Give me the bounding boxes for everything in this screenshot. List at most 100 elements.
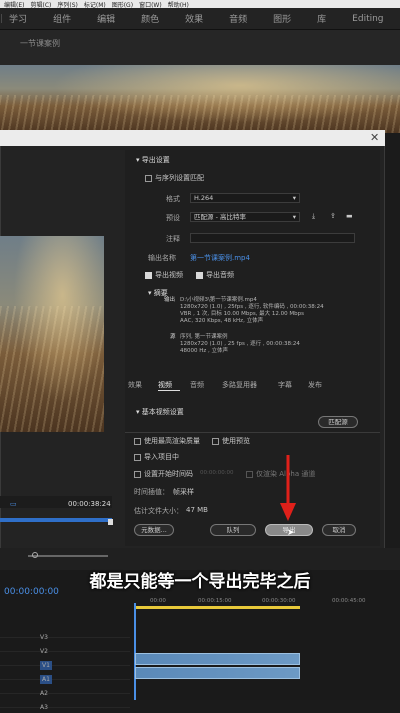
ruler-mark: 00:00:15:00	[198, 598, 232, 604]
save-preset-icon[interactable]: ⤓	[312, 212, 315, 221]
preview-image	[0, 236, 104, 432]
summary-line: VBR , 1 次, 目标 10.00 Mbps, 最大 12.00 Mbps	[180, 311, 305, 317]
track-headers: V3 V2 V1 A1 A2 A3	[0, 624, 130, 711]
dropdown-arrow-icon: ▾	[292, 213, 296, 221]
metadata-button[interactable]: 元数据...	[134, 524, 174, 536]
workspace-tab[interactable]: 组件	[53, 12, 71, 25]
ruler-mark: 00:00:30:00	[262, 598, 296, 604]
track-label: V3	[40, 634, 48, 641]
settings-tab[interactable]: 音频	[190, 380, 204, 390]
menu-item[interactable]: 编辑(E)	[4, 0, 24, 9]
source-title: 一节课案例	[20, 39, 60, 48]
time-interp-value[interactable]: 帧采样	[173, 487, 194, 497]
output-name-label: 输出名称	[148, 254, 176, 262]
track-label: V1	[40, 661, 52, 670]
file-size-value: 47 MB	[186, 506, 208, 514]
settings-tab[interactable]: 多路复用器	[222, 380, 257, 390]
video-subtitle: 都是只能等一个导出完毕之后	[89, 572, 311, 592]
red-arrow-annotation	[280, 455, 296, 521]
summary-line: 1280x720 (1.0) , 25 fps , 逐行 , 00:00:38:…	[180, 341, 300, 347]
track-header[interactable]: A2	[0, 680, 130, 697]
menu-item[interactable]: 图形(G)	[112, 0, 133, 9]
track-label: V2	[40, 648, 48, 655]
summary-line: 序列, 第一节课案例	[180, 334, 228, 340]
track-header[interactable]: V1	[0, 652, 130, 670]
export-video-checkbox[interactable]: 导出视频	[145, 270, 183, 280]
menu-item[interactable]: 标记(M)	[84, 0, 106, 9]
crop-icon[interactable]: ▭	[10, 500, 17, 508]
scrubber-handle[interactable]	[108, 519, 113, 525]
export-audio-checkbox[interactable]: 导出音频	[196, 270, 234, 280]
track-header[interactable]: V2	[0, 638, 130, 655]
match-source-button[interactable]: 匹配源	[318, 416, 358, 428]
ruler-mark: 00:00	[150, 598, 166, 604]
settings-tab[interactable]: 效果	[128, 380, 142, 390]
comment-label: 注释	[166, 235, 180, 243]
settings-tab[interactable]: 发布	[308, 380, 322, 390]
max-render-checkbox[interactable]: 使用最高渲染质量	[134, 436, 200, 446]
workspace-tab[interactable]: 学习	[9, 12, 27, 25]
workspace-tab[interactable]: 编辑	[97, 12, 115, 25]
track-label: A3	[40, 704, 48, 711]
delete-preset-icon[interactable]: ▬	[346, 212, 353, 220]
track-label: A2	[40, 690, 48, 697]
source-summary: 序列, 第一节课案例 1280x720 (1.0) , 25 fps , 逐行 ,…	[180, 334, 370, 355]
track-label: A1	[40, 675, 52, 684]
menu-bar: 编辑(E) 剪辑(C) 序列(S) 标记(M) 图形(G) 窗口(W) 帮助(H)	[0, 0, 400, 8]
zoom-slider-handle[interactable]	[32, 552, 38, 558]
track-header[interactable]: A3	[0, 694, 130, 711]
audio-clip[interactable]	[135, 667, 300, 679]
active-tab-underline	[158, 390, 180, 391]
video-settings-header[interactable]: ▾ 基本视频设置	[136, 407, 184, 417]
video-clip[interactable]	[135, 653, 300, 665]
track-header[interactable]: A1	[0, 666, 130, 684]
output-label: 输出	[164, 297, 176, 303]
menu-item[interactable]: 窗口(W)	[139, 0, 162, 9]
divider	[125, 432, 380, 433]
playhead[interactable]	[134, 603, 136, 700]
workspace-tab[interactable]: 图形	[273, 12, 291, 25]
cancel-button[interactable]: 取消	[322, 524, 356, 536]
start-timecode-value: 00:00:00:00	[200, 470, 234, 476]
divider: |	[0, 13, 4, 24]
track-header[interactable]: V3	[0, 624, 130, 641]
workspace-tab[interactable]: Editing	[352, 14, 383, 24]
close-icon[interactable]: ✕	[370, 131, 379, 144]
program-monitor-header	[0, 30, 400, 65]
zoom-slider[interactable]	[28, 555, 108, 557]
output-name-link[interactable]: 第一节课案例.mp4	[190, 253, 250, 263]
preset-select[interactable]: 匹配源 - 高比特率 ▾	[190, 212, 300, 222]
mouse-cursor-icon: ➤	[287, 528, 295, 538]
queue-button[interactable]: 队列	[210, 524, 256, 536]
work-area-bar[interactable]	[135, 606, 300, 609]
workspace-tab[interactable]: 颜色	[141, 12, 159, 25]
start-timecode-checkbox[interactable]: 设置开始时间码	[134, 469, 193, 479]
match-sequence-checkbox[interactable]: 与序列设置匹配	[145, 173, 204, 183]
dialog-titlebar	[0, 130, 385, 146]
format-select[interactable]: H.264 ▾	[190, 193, 300, 203]
preview-scrubber[interactable]	[0, 518, 112, 522]
summary-line: 1280x720 (1.0) , 25fps , 逐行, 软件编码 , 00:0…	[180, 304, 324, 310]
comment-input[interactable]	[190, 233, 355, 243]
export-settings-header[interactable]: ▾ 导出设置	[136, 155, 170, 165]
settings-tab[interactable]: 视频	[158, 380, 172, 390]
menu-item[interactable]: 帮助(H)	[168, 0, 189, 9]
source-label: 源	[170, 334, 176, 340]
output-summary: D:\小视频3\第一节课案例.mp4 1280x720 (1.0) , 25fps…	[180, 297, 370, 325]
workspace-tab[interactable]: 库	[317, 12, 326, 25]
use-preview-checkbox[interactable]: 使用预览	[212, 436, 250, 446]
preview-timecode: 00:00:38:24	[68, 500, 111, 508]
workspace-tab[interactable]: 音频	[229, 12, 247, 25]
summary-line: AAC, 320 Kbps, 48 kHz, 立体声	[180, 318, 264, 324]
workspace-tab[interactable]: 效果	[185, 12, 203, 25]
import-preset-icon[interactable]: ⇪	[330, 212, 336, 220]
workspace-tabs: | 学习 组件 编辑 颜色 效果 音频 图形 库 Editing	[0, 8, 400, 30]
import-project-checkbox[interactable]: 导入项目中	[134, 452, 179, 462]
preset-label: 预设	[166, 214, 180, 222]
time-interp-label: 时间插值：	[134, 488, 169, 496]
menu-item[interactable]: 剪辑(C)	[30, 0, 51, 9]
summary-line: D:\小视频3\第一节课案例.mp4	[180, 297, 257, 303]
file-size-label: 估计文件大小：	[134, 507, 183, 515]
settings-tab[interactable]: 字幕	[278, 380, 292, 390]
menu-item[interactable]: 序列(S)	[57, 0, 78, 9]
